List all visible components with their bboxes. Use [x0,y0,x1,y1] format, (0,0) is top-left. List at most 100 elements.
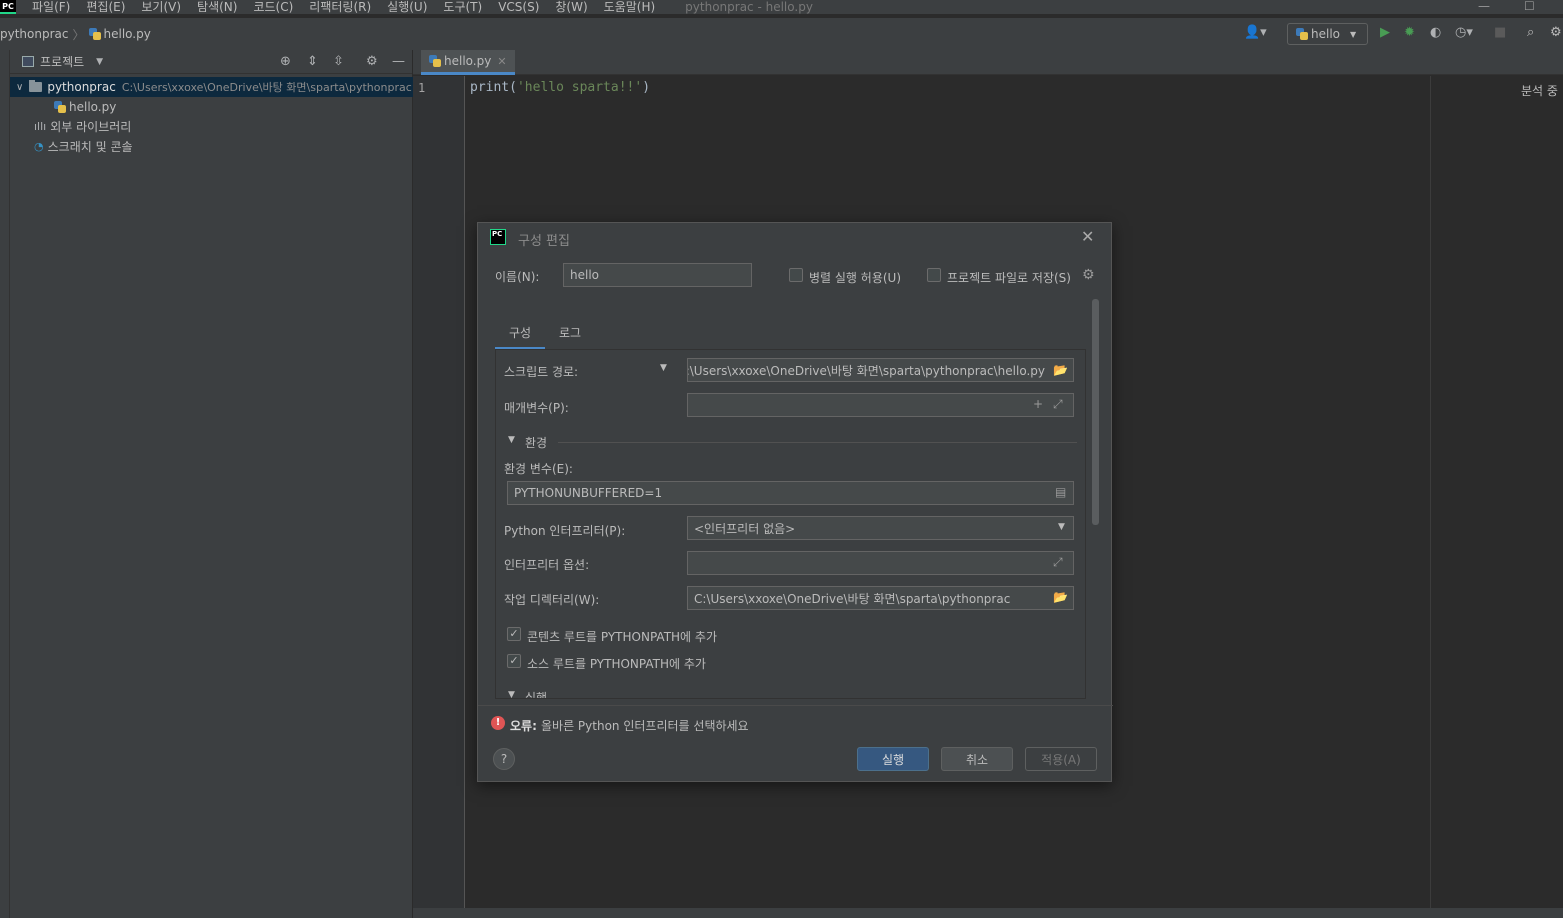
menu-navigate[interactable]: 탐색(N) [197,0,237,14]
configuration-content: 스크립트 경로: ▼ C:\Users\xxoxe\OneDrive\바탕 화면… [495,349,1086,699]
locate-file-icon[interactable]: ⊕ [280,54,291,69]
run-config-selector[interactable]: hello ▼ [1287,23,1368,45]
script-path-input[interactable]: C:\Users\xxoxe\OneDrive\바탕 화면\sparta\pyt… [687,358,1074,382]
menu-help[interactable]: 도움말(H) [604,0,656,14]
editor-tab-bar: hello.py ✕ [413,50,1563,75]
left-tool-window-strip[interactable] [0,50,10,918]
project-panel-title[interactable]: 프로젝트 [40,53,84,70]
code-string: 'hello sparta!!' [516,80,643,95]
working-directory-input[interactable]: C:\Users\xxoxe\OneDrive\바탕 화면\sparta\pyt… [687,586,1074,610]
dialog-title: 구성 편집 [518,234,570,249]
parallel-run-checkbox[interactable] [789,268,803,282]
cancel-button[interactable]: 취소 [941,747,1013,771]
chevron-down-icon[interactable]: ▼ [508,690,515,698]
library-icon: ıllı [34,119,47,133]
pycharm-logo-icon: PC [490,229,506,245]
python-file-icon [429,55,441,67]
python-file-icon [54,101,66,113]
interpreter-label: Python 인터프리터(P): [504,524,626,538]
hide-panel-icon[interactable]: — [392,54,405,69]
chevron-down-icon[interactable]: ▼ [508,435,515,445]
tab-configuration[interactable]: 구성 [495,323,545,350]
error-icon: ! [491,716,505,730]
menu-view[interactable]: 보기(V) [141,0,181,14]
python-run-config-icon [1296,28,1308,40]
content-roots-checkbox[interactable]: ✓ [507,627,521,641]
tree-item-project-root[interactable]: ∨ pythonprac C:\Users\xxoxe\OneDrive\바탕 … [10,77,413,97]
env-vars-input[interactable]: PYTHONUNBUFFERED=1 [507,481,1074,505]
working-directory-value: C:\Users\xxoxe\OneDrive\바탕 화면\sparta\pyt… [694,591,1011,606]
tree-item-label: hello.py [69,100,117,114]
window-title: pythonprac - hello.py [685,0,813,14]
folder-browse-icon[interactable]: 📂 [1053,363,1068,377]
env-vars-label: 환경 변수(E): [504,462,573,476]
editor-horizontal-scrollbar[interactable] [413,908,1563,918]
tree-item-file[interactable]: hello.py [54,97,116,117]
expand-all-icon[interactable]: ⇕ [307,54,318,69]
parallel-run-label: 병렬 실행 허용(U) [809,271,902,285]
tree-item-label: 외부 라이브러리 [50,119,132,134]
profile-icon[interactable]: ◷▾ [1455,25,1473,41]
gear-icon[interactable]: ⚙ [1082,267,1095,283]
menu-window[interactable]: 창(W) [555,0,587,14]
gear-icon[interactable]: ⚙ [1550,25,1562,41]
chevron-down-icon[interactable]: ∨ [16,82,23,93]
breadcrumb-file[interactable]: hello.py [104,27,151,41]
apply-button[interactable]: 적용(A) [1025,747,1097,771]
editor-gutter: 1 [413,76,465,908]
maximize-icon[interactable]: ☐ [1524,0,1535,12]
interpreter-select-value: <인터프리터 없음> [694,521,796,536]
help-icon[interactable]: ? [493,748,515,770]
gear-icon[interactable]: ⚙ [366,54,378,69]
search-icon[interactable]: ⌕ [1527,25,1534,41]
parameters-label: 매개변수(P): [504,401,569,415]
tree-item-scratches[interactable]: ◔ 스크래치 및 콘솔 [34,136,133,156]
section-divider [558,442,1077,443]
menu-tools[interactable]: 도구(T) [443,0,482,14]
parameters-input[interactable] [687,393,1074,417]
chevron-down-icon[interactable]: ▼ [1058,522,1065,532]
coverage-icon[interactable]: ◐ [1430,25,1441,41]
tree-item-path: C:\Users\xxoxe\OneDrive\바탕 화면\sparta\pyt… [121,81,412,94]
tab-logs[interactable]: 로그 [548,323,592,350]
menu-vcs[interactable]: VCS(S) [498,0,539,14]
content-roots-label: 콘텐츠 루트를 PYTHONPATH에 추가 [527,630,717,644]
interpreter-options-input[interactable] [687,551,1074,575]
env-vars-value: PYTHONUNBUFFERED=1 [514,486,663,500]
close-icon[interactable]: ✕ [497,55,506,68]
stop-icon[interactable]: ■ [1494,25,1506,41]
editor-tab-label: hello.py [444,54,492,68]
expand-icon[interactable]: ⤢ [1053,555,1063,570]
tree-item-label: 스크래치 및 콘솔 [47,139,133,154]
menu-file[interactable]: 파일(F) [32,0,70,14]
run-icon[interactable]: ▶ [1380,25,1390,41]
expand-icon[interactable]: ⤢ [1053,397,1063,412]
folder-browse-icon[interactable]: 📂 [1053,590,1068,604]
script-path-label: 스크립트 경로: [504,365,579,379]
tree-item-external-libraries[interactable]: ıllı 외부 라이브러리 [34,116,131,136]
dialog-vertical-scrollbar[interactable] [1092,299,1099,525]
menu-edit[interactable]: 편집(E) [86,0,125,14]
chevron-down-icon[interactable]: ▼ [660,363,667,373]
editor-tab-hello[interactable]: hello.py ✕ [421,50,515,75]
code-line[interactable]: print('hello sparta!!') [470,80,650,95]
menu-run[interactable]: 실행(U) [387,0,427,14]
collapse-all-icon[interactable]: ⇳ [333,54,344,69]
close-icon[interactable]: ✕ [1081,227,1094,246]
breadcrumb-project[interactable]: pythonprac [0,27,68,41]
analysis-status: 분석 중 [1521,84,1558,98]
user-icon[interactable]: 👤▾ [1244,25,1267,41]
document-icon[interactable]: ▤ [1055,485,1066,499]
menu-refactor[interactable]: 리팩터링(R) [309,0,371,14]
debug-icon[interactable]: ✹ [1404,25,1415,41]
script-path-value: C:\Users\xxoxe\OneDrive\바탕 화면\sparta\pyt… [687,363,1045,378]
plus-icon[interactable]: + [1033,397,1043,411]
interpreter-select[interactable]: <인터프리터 없음> [687,516,1074,540]
chevron-down-icon[interactable]: ▼ [96,57,103,67]
menu-code[interactable]: 코드(C) [253,0,293,14]
name-input[interactable]: hello [563,263,752,287]
run-button[interactable]: 실행 [857,747,929,771]
store-as-project-file-checkbox[interactable] [927,268,941,282]
source-roots-checkbox[interactable]: ✓ [507,654,521,668]
minimize-icon[interactable]: — [1478,0,1490,12]
